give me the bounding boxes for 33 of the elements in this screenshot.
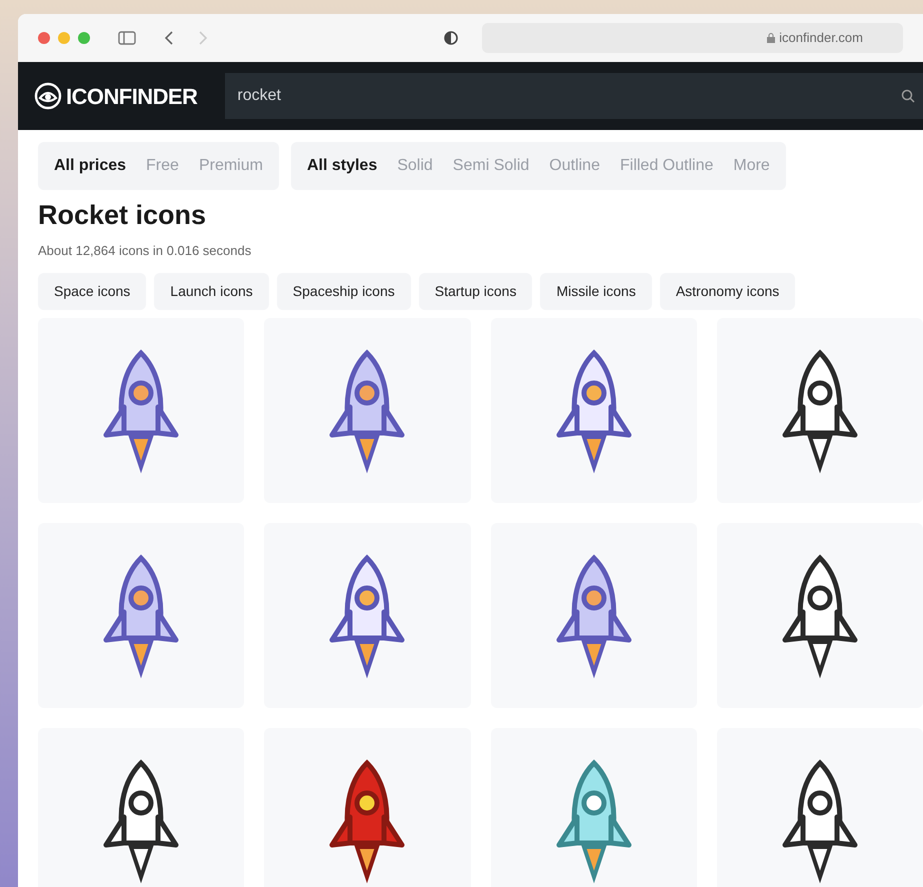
tag-chip[interactable]: Startup icons xyxy=(418,272,532,310)
result-count: About 12,864 icons in 0.016 seconds xyxy=(37,242,252,260)
filter-tab[interactable]: All styles xyxy=(298,146,386,186)
icon-tile[interactable] xyxy=(716,318,923,502)
icon-tile[interactable] xyxy=(38,522,244,708)
icon-tile[interactable] xyxy=(264,318,470,502)
icon-tile[interactable] xyxy=(716,728,923,887)
icon-tile[interactable] xyxy=(490,522,697,708)
search-field[interactable]: rocket xyxy=(225,73,923,119)
tag-chip[interactable]: Spaceship icons xyxy=(276,272,411,310)
icon-tile[interactable] xyxy=(716,522,923,708)
search-icon[interactable] xyxy=(901,89,915,103)
icon-tile[interactable] xyxy=(490,728,697,887)
sidebar-icon[interactable] xyxy=(118,31,136,45)
back-icon[interactable] xyxy=(164,31,174,45)
tag-chip[interactable]: Launch icons xyxy=(154,272,269,310)
page-title: Rocket icons xyxy=(37,202,208,229)
close-icon[interactable] xyxy=(38,32,50,44)
tag-chip[interactable]: Space icons xyxy=(38,272,146,310)
icon-tile[interactable] xyxy=(264,522,470,708)
icon-tile[interactable] xyxy=(264,728,470,887)
filter-tab[interactable]: All prices xyxy=(46,146,134,186)
tag-chip[interactable]: Astronomy icons xyxy=(660,272,796,310)
icon-tile[interactable] xyxy=(38,318,244,502)
logo-icon[interactable] xyxy=(34,82,62,110)
lock-icon xyxy=(767,33,776,43)
tag-chip[interactable]: Missile icons xyxy=(540,272,652,310)
icon-tile[interactable] xyxy=(490,318,697,502)
icon-tile[interactable] xyxy=(38,728,244,887)
address-text: iconfinder.com xyxy=(779,29,863,48)
logo-text[interactable]: ICONFINDER xyxy=(66,80,198,112)
privacy-icon[interactable] xyxy=(444,31,458,45)
address-bar[interactable]: iconfinder.com xyxy=(482,23,903,53)
